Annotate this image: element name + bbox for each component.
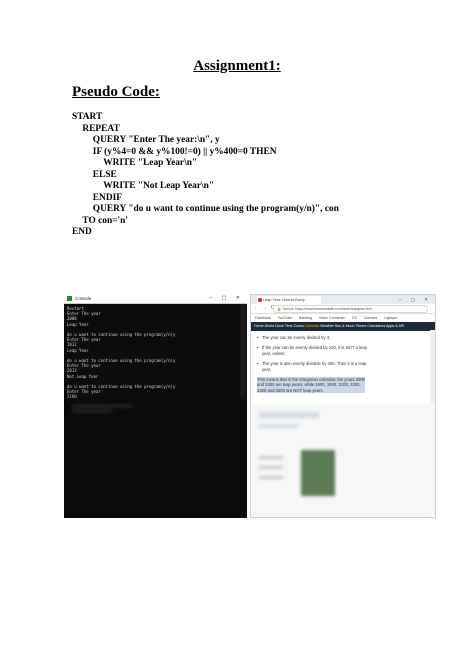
list-item: The year is also evenly divisible by 400… — [257, 361, 367, 372]
window-controls[interactable]: – ▢ ✕ — [399, 295, 432, 304]
browser-window: Leap Year: How to Every – ▢ ✕ ← → C 🔒 Se… — [250, 294, 436, 518]
blurred-heading — [259, 412, 319, 418]
code-line: IF (y%4=0 && y%100!=0) || y%400=0 THEN — [92, 146, 277, 157]
screenshot-composite: Console – ▢ ✕ Restart Enter The year 2000 L… — [64, 294, 436, 518]
blurred-text — [259, 424, 299, 428]
lock-icon: 🔒 — [277, 307, 282, 311]
bookmark-item[interactable]: Courses — [364, 316, 377, 320]
code-line: START — [72, 112, 103, 122]
browser-tabbar: Leap Year: How to Every – ▢ ✕ — [251, 295, 435, 304]
site-nav-links[interactable]: Home World Clock Time Zones — [254, 324, 305, 328]
url-text: https://www.timeanddate.com/date/leapyea… — [294, 307, 373, 311]
code-line: TO con='n' — [82, 215, 128, 226]
bookmarks-bar: Facebook YouTube Banking Video Converter CS C… — [251, 314, 435, 322]
page-content: The year can be evenly divided by 4; If … — [251, 331, 435, 394]
blurred-image — [301, 450, 335, 496]
blurred-text — [259, 456, 283, 459]
code-line: QUERY "do u want to continue using the p… — [92, 204, 339, 215]
code-line: END — [72, 227, 92, 238]
address-bar: ← → C 🔒 Secure https://www.timeanddate.c… — [251, 304, 435, 314]
selected-paragraph: This means that in the Gregorian calenda… — [257, 377, 366, 394]
console-titlebar: Console – ▢ ✕ — [64, 294, 247, 304]
console-app-icon — [67, 296, 72, 302]
site-nav-calendar[interactable]: Calendar — [305, 324, 320, 328]
bookmark-item[interactable]: Laptops — [384, 316, 397, 320]
site-nav-links[interactable]: Weather Sun & Moon Timers Calculators Ap… — [319, 324, 404, 328]
list-item: The year can be evenly divided by 4; — [257, 335, 367, 341]
code-line: QUERY "Enter The year:\n", y — [92, 135, 220, 146]
secure-label: Secure — [282, 307, 294, 311]
favicon-icon — [258, 298, 262, 302]
bookmark-item[interactable]: CS — [352, 316, 357, 320]
code-line: REPEAT — [82, 123, 120, 134]
bookmark-item[interactable]: Facebook — [255, 316, 271, 320]
code-line: WRITE "Leap Year\n" — [103, 158, 198, 169]
code-line: ELSE — [92, 169, 117, 180]
site-nav: Home World Clock Time Zones Calendar Wea… — [251, 322, 435, 331]
tab-title: Leap Year: How to Every — [263, 298, 305, 302]
console-window: Console – ▢ ✕ Restart Enter The year 2000 L… — [64, 294, 247, 518]
console-title: Console — [75, 296, 92, 301]
bookmark-item[interactable]: YouTube — [278, 316, 292, 320]
page-title: Assignment1: — [193, 58, 281, 74]
pseudo-code-block: START REPEAT QUERY "Enter The year:\n", … — [72, 112, 339, 239]
section-heading: Pseudo Code: — [72, 84, 160, 100]
browser-tab[interactable]: Leap Year: How to Every — [257, 296, 321, 304]
code-line: WRITE "Not Leap Year\n" — [103, 181, 215, 192]
blurred-area — [251, 404, 435, 517]
bookmark-item[interactable]: Video Converter — [319, 316, 345, 320]
blurred-text — [72, 405, 132, 407]
code-line: ENDIF — [92, 192, 122, 203]
blurred-area — [64, 399, 247, 518]
blurred-text — [259, 476, 283, 479]
url-field[interactable]: 🔒 Secure https://www.timeanddate.com/dat… — [273, 305, 428, 313]
window-controls[interactable]: – ▢ ✕ — [210, 294, 244, 303]
blurred-text — [72, 410, 112, 412]
bookmark-item[interactable]: Banking — [299, 316, 312, 320]
blurred-text — [259, 466, 283, 469]
list-item: If the year can be evenly divided by 100… — [257, 345, 367, 356]
